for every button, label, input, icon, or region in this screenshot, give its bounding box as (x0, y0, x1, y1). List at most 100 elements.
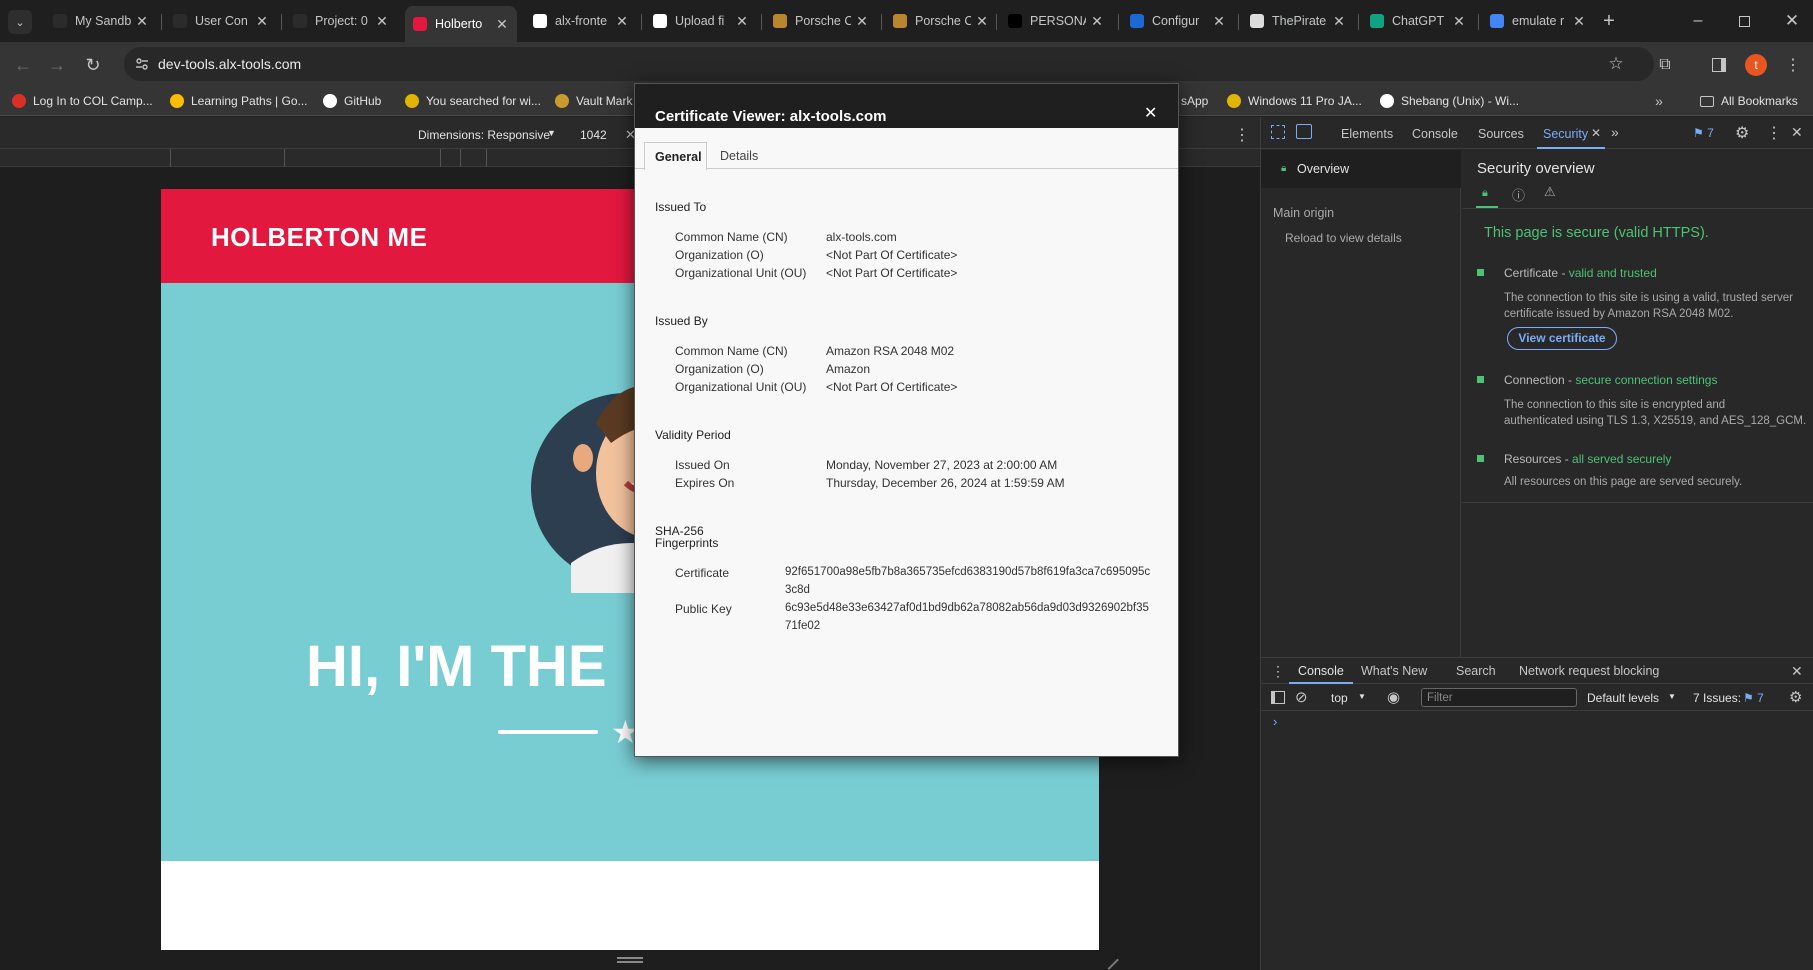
tab-favicon-icon (1130, 14, 1144, 28)
minimize-button[interactable]: – (1682, 8, 1714, 34)
device-bar-more-icon[interactable]: ⋮ (1234, 125, 1250, 145)
maximize-button[interactable] (1728, 8, 1760, 34)
new-tab-button[interactable]: + (1596, 8, 1622, 34)
bookmark-item[interactable]: You searched for wi... (405, 92, 541, 110)
plus-icon: + (1603, 9, 1615, 32)
drawer-menu-icon[interactable]: ⋮ (1271, 663, 1285, 680)
tab-close-icon[interactable]: ✕ (1572, 13, 1586, 30)
tab-close-icon[interactable]: ✕ (135, 13, 149, 30)
tab-close-icon[interactable]: ✕ (855, 13, 869, 30)
tab-close-icon[interactable]: ✕ (1332, 13, 1346, 30)
device-toggle-icon[interactable] (1296, 124, 1312, 139)
bookmark-item[interactable]: Windows 11 Pro JA... (1227, 92, 1362, 110)
browser-tab[interactable]: Project: 0 ✕ (285, 7, 397, 35)
tab-close-icon[interactable]: ✕ (1212, 13, 1226, 30)
console-prompt-icon[interactable]: › (1273, 714, 1277, 729)
browser-tab[interactable]: emulate r ✕ (1482, 7, 1594, 35)
ruler-mark (170, 149, 171, 167)
site-info-icon[interactable] (130, 52, 154, 76)
filter-input[interactable]: Filter (1421, 688, 1577, 707)
browser-tab[interactable]: alx-fronte ✕ (525, 7, 637, 35)
reload-button[interactable]: ↻ (80, 52, 106, 78)
tab-close-icon[interactable]: ✕ (735, 13, 749, 30)
extensions-button[interactable]: ⧉ (1652, 52, 1678, 78)
drawer-tab-whats-new[interactable]: What's New (1361, 664, 1427, 678)
width-input[interactable]: 1042 (580, 128, 607, 142)
security-sidebar: 🔒︎ Overview Main origin Reload to view d… (1261, 150, 1461, 657)
bookmark-item[interactable]: Learning Paths | Go... (170, 92, 308, 110)
browser-tab[interactable]: Configur ✕ (1122, 7, 1234, 35)
viewport-resize-handle[interactable] (617, 957, 643, 963)
settings-gear-icon[interactable]: ⚙ (1735, 123, 1749, 143)
browser-tab[interactable]: User Con ✕ (165, 7, 277, 35)
tab-search-button[interactable]: ⌄ (8, 10, 32, 34)
devtools-tab-security[interactable]: Security (1543, 127, 1588, 141)
tab-close-icon[interactable]: ✕ (255, 13, 269, 30)
browser-tab[interactable]: ChatGPT ✕ (1362, 7, 1474, 35)
bookmark-item[interactable]: Shebang (Unix) - Wi... (1380, 92, 1519, 110)
browser-tab[interactable]: Porsche C ✕ (765, 7, 877, 35)
tab-close-icon[interactable]: ✕ (615, 13, 629, 30)
drawer-tab-network-blocking[interactable]: Network request blocking (1519, 664, 1659, 678)
close-tab-icon[interactable]: ✕ (1591, 126, 1601, 140)
chrome-menu-button[interactable]: ⋮ (1780, 52, 1806, 78)
console-settings-icon[interactable]: ⚙ (1789, 688, 1802, 706)
log-levels-select[interactable]: Default levels (1587, 691, 1659, 705)
side-panel-button[interactable] (1706, 52, 1732, 78)
back-button[interactable]: ← (10, 52, 36, 78)
tab-close-icon[interactable]: ✕ (375, 13, 389, 30)
bookmark-item[interactable]: GitHub (323, 92, 381, 110)
eye-icon[interactable]: ◉ (1387, 688, 1400, 706)
info-icon: ⓘ (1512, 188, 1526, 203)
browser-tab[interactable]: Upload fi ✕ (645, 7, 757, 35)
bookmark-item[interactable]: Log In to COL Camp... (12, 92, 153, 110)
more-tabs-icon[interactable]: » (1611, 124, 1619, 140)
view-certificate-button[interactable]: View certificate (1507, 327, 1617, 350)
sidebar-overview-label: Overview (1297, 162, 1350, 176)
close-window-button[interactable]: ✕ (1776, 8, 1808, 34)
tab-close-icon[interactable]: ✕ (975, 13, 989, 30)
certificate-tab-general[interactable]: General (644, 142, 707, 170)
devtools-close-icon[interactable]: ✕ (1791, 124, 1803, 141)
ruler-mark (460, 149, 461, 167)
sidebar-item-overview[interactable]: 🔒︎ Overview (1261, 150, 1461, 188)
tab-close-icon[interactable]: ✕ (1090, 13, 1104, 30)
forward-button[interactable]: → (44, 52, 70, 78)
resources-status: all served securely (1572, 452, 1672, 466)
issues-count[interactable]: ⚑ 7 (1743, 691, 1764, 705)
address-bar[interactable]: dev-tools.alx-tools.com ☆ (124, 47, 1654, 81)
browser-tab[interactable]: Holberto ✕ (405, 6, 517, 42)
drawer-close-icon[interactable]: ✕ (1791, 663, 1803, 680)
clear-console-icon[interactable]: ⊘ (1295, 688, 1308, 706)
drawer-tab-console[interactable]: Console (1298, 664, 1344, 678)
tab-close-icon[interactable]: ✕ (1452, 13, 1466, 30)
dimensions-select[interactable]: Dimensions: Responsive (418, 128, 550, 142)
certificate-dialog-title: Certificate Viewer: alx-tools.com (655, 108, 887, 125)
browser-tab[interactable]: PERSONA ✕ (1000, 7, 1112, 35)
pubkey-fingerprint-label: Public Key (675, 602, 732, 616)
tab-title: Holberto (435, 17, 483, 31)
bookmark-item[interactable]: Vault Mark (555, 92, 632, 110)
tab-close-icon[interactable]: ✕ (495, 16, 509, 33)
certificate-tab-details[interactable]: Details (720, 149, 758, 163)
issues-count-label[interactable]: 7 Issues: (1693, 691, 1741, 705)
devtools-tab-elements[interactable]: Elements (1341, 127, 1393, 141)
browser-tab[interactable]: My Sandbo ✕ (45, 7, 157, 35)
certificate-close-icon[interactable]: ✕ (1144, 103, 1157, 123)
issues-badge[interactable]: ⚑ 7 (1693, 126, 1714, 140)
inspect-element-icon[interactable] (1271, 125, 1285, 139)
all-bookmarks-button[interactable]: All Bookmarks (1700, 92, 1798, 110)
bookmarks-overflow-button[interactable]: » (1648, 91, 1670, 111)
profile-avatar[interactable]: t (1745, 54, 1767, 76)
bookmark-star-button[interactable]: ☆ (1604, 52, 1628, 76)
console-sidebar-icon[interactable] (1271, 691, 1285, 704)
context-select[interactable]: top (1331, 691, 1348, 705)
devtools-more-icon[interactable]: ⋮ (1766, 123, 1782, 143)
issued-by-ou-label: Organizational Unit (OU) (675, 380, 807, 394)
devtools-tab-sources[interactable]: Sources (1478, 127, 1524, 141)
url-text[interactable]: dev-tools.alx-tools.com (158, 56, 301, 72)
drawer-tab-search[interactable]: Search (1456, 664, 1496, 678)
browser-tab[interactable]: ThePirate ✕ (1242, 7, 1354, 35)
devtools-tab-console[interactable]: Console (1412, 127, 1458, 141)
browser-tab[interactable]: Porsche C ✕ (885, 7, 997, 35)
